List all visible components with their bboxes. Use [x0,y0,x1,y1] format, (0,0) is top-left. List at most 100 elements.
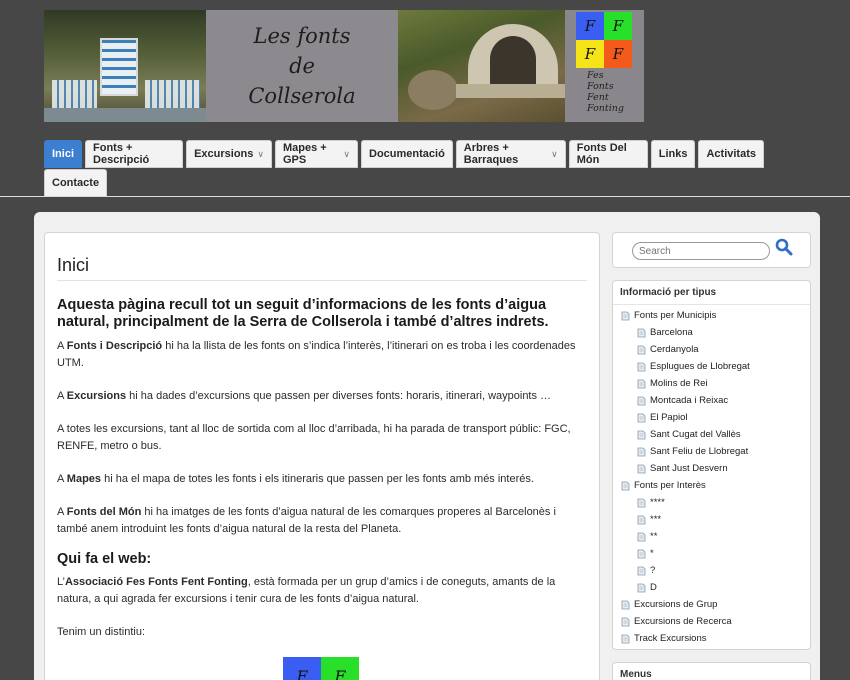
category-item[interactable]: ? [621,562,810,579]
excursions-link: Excursions [66,390,127,402]
main-container: Inici Aquesta pàgina recull tot un segui… [34,212,820,680]
category-label: Molins de Rei [650,378,708,389]
document-icon [637,583,646,593]
category-label: El Papiol [650,412,688,423]
chevron-down-icon: ∨ [551,148,558,159]
category-item[interactable]: Sant Cugat del Vallès [621,426,810,443]
nav-tab-label: Fonts + Descripció [93,142,150,166]
logo-word: Fes [587,70,604,81]
category-label: Barcelona [650,327,693,338]
chevron-down-icon: ∨ [257,148,264,159]
category-item[interactable]: Track Excursions [621,630,810,647]
search-icon[interactable] [775,238,793,256]
paragraph-fonts-mon: A Fonts del Món hi ha imatges de les fon… [57,506,556,535]
category-item[interactable]: Sant Feliu de Llobregat [621,443,810,460]
nav-tab-links[interactable]: Links [650,140,696,168]
nav-tab-label: Arbres + Barraques [463,142,519,166]
fonts-link: Fonts i Descripció [66,340,163,352]
document-icon [637,549,646,559]
category-label: Fonts per Interès [634,480,706,491]
category-label: Sant Just Desvern [650,463,728,474]
category-item[interactable]: ** [621,528,810,545]
document-icon [621,481,630,491]
association-logo: FFFF Fes Fonts Fent Fonting [565,10,644,122]
logo-cell: F [604,40,632,68]
nav-tab-excursions[interactable]: Excursions ∨ [186,140,272,168]
category-label: **** [650,497,665,508]
nav-tab-activitats[interactable]: Activitats [698,140,764,168]
nav-tab-fonts-del-m-n[interactable]: Fonts Del Món [568,140,648,168]
site-title: Les fonts de Collserola [206,10,398,122]
document-icon [637,464,646,474]
nav-tab-fonts-descripci[interactable]: Fonts + Descripció [85,140,184,168]
mapes-link: Mapes [66,473,102,485]
category-label: Sant Cugat del Vallès [650,429,741,440]
site-title-line-3: Collserola [248,84,356,108]
category-item[interactable]: Barcelona [621,324,810,341]
logo-word: Fonts [587,81,614,92]
category-label: Esplugues de Llobregat [650,361,750,372]
page-title: Inici [57,255,587,281]
paragraph-fonts: A Fonts i Descripció hi ha la llista de … [57,340,576,369]
category-item[interactable]: Molins de Rei [621,375,810,392]
search-input[interactable] [632,242,770,260]
category-item[interactable]: Excursions de Recerca [621,613,810,630]
document-icon [637,362,646,372]
logo-cell: F [604,12,632,40]
badge-cell-green: F [321,657,359,680]
document-icon [637,532,646,542]
category-item[interactable]: Fonts per Interès [621,477,810,494]
category-item[interactable]: El Papiol [621,409,810,426]
fonts-mon-link: Fonts del Món [66,506,142,518]
nav-tab-documentaci[interactable]: Documentació [361,140,453,168]
nav-tab-label: Documentació [369,148,445,160]
category-item[interactable]: *** [621,511,810,528]
menus-title: Menus [620,669,652,680]
document-icon [637,328,646,338]
paragraph-transport: A totes les excursions, tant al lloc de … [57,423,571,452]
document-icon [637,566,646,576]
nav-tab-contacte[interactable]: Contacte [44,169,108,197]
site-title-line-2: de [289,54,315,78]
category-label: Sant Feliu de Llobregat [650,446,749,457]
document-icon [621,634,630,644]
category-item[interactable]: Sant Just Desvern [621,460,810,477]
logo-word: Fonting [587,103,624,114]
category-item[interactable]: Fonts per Municipis [621,307,810,324]
category-label: Montcada i Reixac [650,395,729,406]
category-item[interactable]: D [621,579,810,596]
site-title-line-1: Les fonts [253,24,351,48]
category-item[interactable]: * [621,545,810,562]
paragraph-excursions: A Excursions hi ha dades d’excursions qu… [57,390,552,402]
search-widget [612,232,811,268]
category-label: ? [650,565,656,576]
document-icon [637,430,646,440]
logo-cell: F [576,12,604,40]
category-item[interactable]: Excursions de Grup [621,596,810,613]
association-badge: F F [283,657,359,680]
nav-tab-label: Links [658,148,688,160]
fountain-photo [44,10,206,122]
document-icon [621,617,630,627]
header-banner: Les fonts de Collserola FFFF Fes Fonts Fen… [44,10,644,122]
category-label: Cerdanyola [650,344,699,355]
nav-tab-arbres-barraques[interactable]: Arbres + Barraques ∨ [455,140,566,168]
nav-tab-inici[interactable]: Inici [44,140,83,168]
nav-divider [0,196,850,197]
categories-title: Informació per tipus [613,281,810,305]
logo-cell: F [576,40,604,68]
category-label: *** [650,514,662,525]
category-item[interactable]: Cerdanyola [621,341,810,358]
chevron-down-icon: ∨ [343,148,350,159]
paragraph-association: L’Associació Fes Fonts Fent Fonting, est… [57,576,556,605]
nav-tab-mapes-gps[interactable]: Mapes + GPS ∨ [275,140,358,168]
badge-cell-blue: F [283,657,321,680]
paragraph-mapes: A Mapes hi ha el mapa de totes les fonts… [57,473,534,485]
category-item[interactable]: **** [621,494,810,511]
category-item[interactable]: Esplugues de Llobregat [621,358,810,375]
document-icon [621,600,630,610]
sidebar: Informació per tipus Fonts per Municipis… [612,232,811,680]
document-icon [621,311,630,321]
document-icon [637,447,646,457]
category-item[interactable]: Montcada i Reixac [621,392,810,409]
